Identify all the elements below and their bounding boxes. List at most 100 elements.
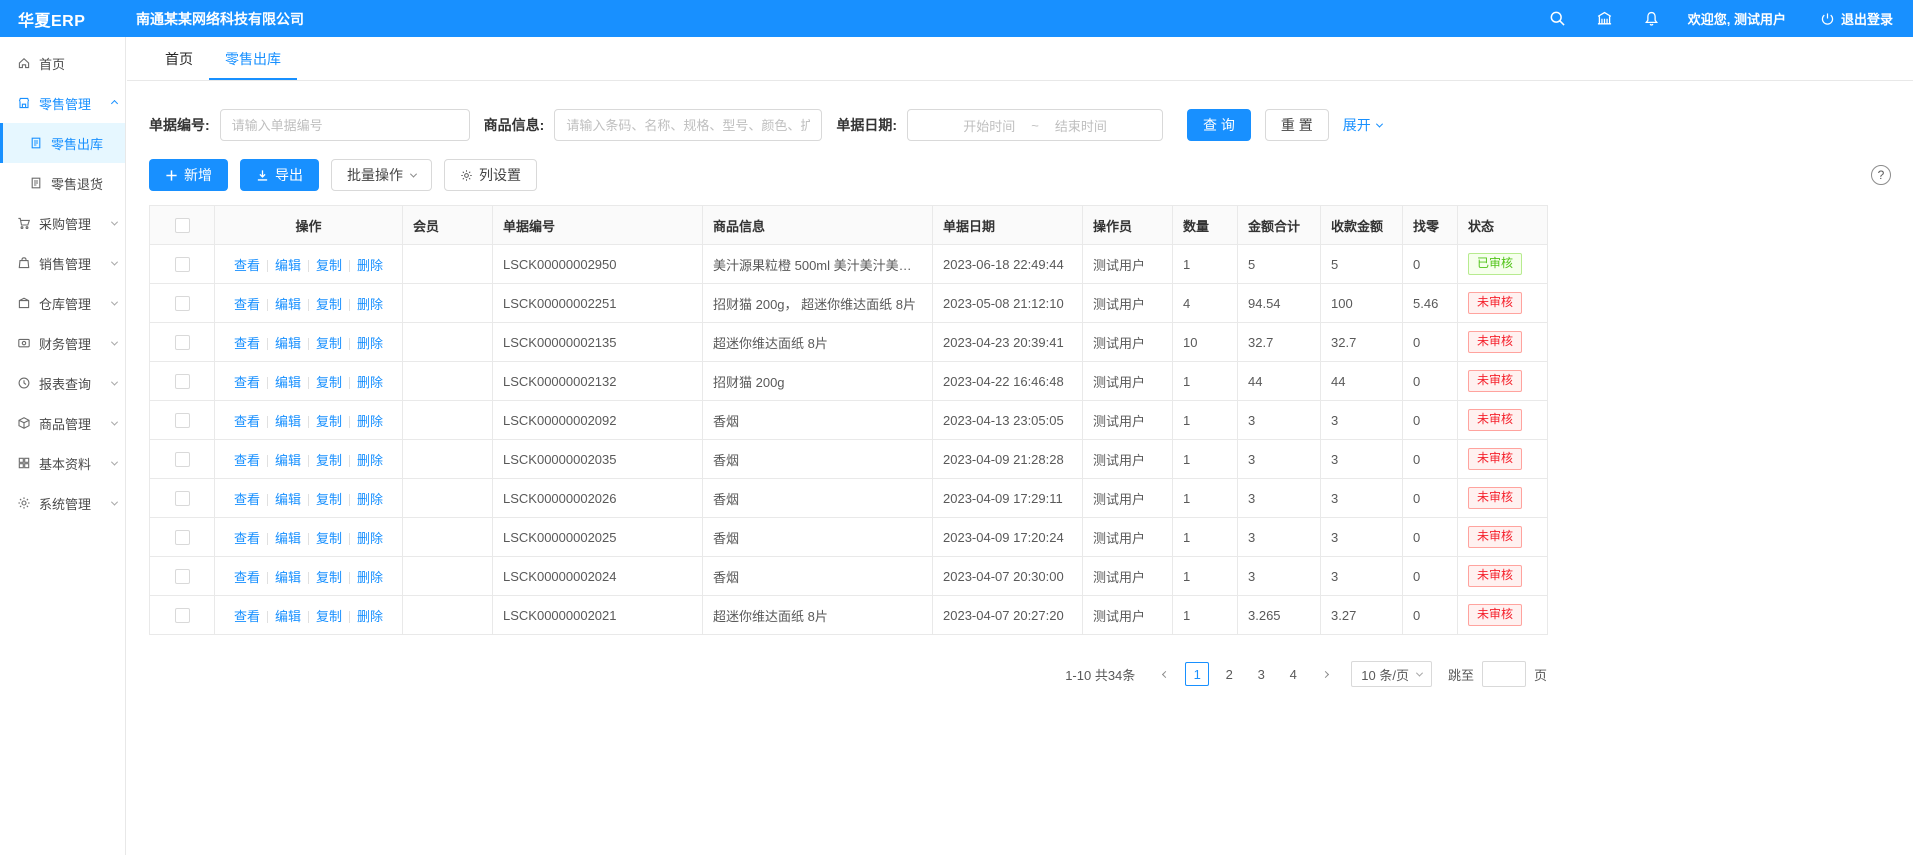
delete-link[interactable]: 删除 [357, 492, 383, 507]
page-button-4[interactable]: 4 [1281, 662, 1305, 686]
view-link[interactable]: 查看 [234, 453, 260, 468]
delete-link[interactable]: 删除 [357, 375, 383, 390]
row-checkbox[interactable] [175, 374, 190, 389]
logout-button[interactable]: 退出登录 [1820, 9, 1893, 28]
view-link[interactable]: 查看 [234, 258, 260, 273]
edit-link[interactable]: 编辑 [275, 531, 301, 546]
goods-info-input[interactable] [554, 109, 822, 141]
page-button-1[interactable]: 1 [1185, 662, 1209, 686]
search-icon[interactable] [1549, 10, 1566, 27]
row-checkbox[interactable] [175, 452, 190, 467]
view-link[interactable]: 查看 [234, 414, 260, 429]
page-button-2[interactable]: 2 [1217, 662, 1241, 686]
row-checkbox[interactable] [175, 608, 190, 623]
copy-link[interactable]: 复制 [316, 336, 342, 351]
row-checkbox[interactable] [175, 569, 190, 584]
select-all-checkbox[interactable] [175, 218, 190, 233]
reset-button[interactable]: 重 置 [1265, 109, 1329, 141]
view-link[interactable]: 查看 [234, 297, 260, 312]
row-checkbox[interactable] [175, 530, 190, 545]
copy-link[interactable]: 复制 [316, 453, 342, 468]
jump-page-input[interactable] [1482, 661, 1526, 687]
sidebar-item-label: 首页 [39, 54, 65, 73]
copy-link[interactable]: 复制 [316, 414, 342, 429]
delete-link[interactable]: 删除 [357, 297, 383, 312]
sidebar-item-retail[interactable]: 零售管理 [0, 83, 125, 123]
date-cell: 2023-04-07 20:27:20 [933, 596, 1083, 635]
copy-link[interactable]: 复制 [316, 297, 342, 312]
help-button[interactable]: ? [1871, 165, 1891, 185]
page-button-3[interactable]: 3 [1249, 662, 1273, 686]
delete-link[interactable]: 删除 [357, 336, 383, 351]
copy-link[interactable]: 复制 [316, 531, 342, 546]
edit-link[interactable]: 编辑 [275, 297, 301, 312]
add-button[interactable]: 新增 [149, 159, 228, 191]
delete-link[interactable]: 删除 [357, 453, 383, 468]
status-badge: 未审核 [1468, 448, 1522, 470]
tab-home[interactable]: 首页 [149, 37, 209, 80]
date-range-picker[interactable]: 开始时间 ~ 结束时间 [907, 109, 1163, 141]
column-header-received: 收款金额 [1321, 206, 1403, 245]
tab-retail-outbound[interactable]: 零售出库 [209, 37, 297, 80]
platform-icon[interactable] [1596, 10, 1613, 27]
copy-link[interactable]: 复制 [316, 492, 342, 507]
view-link[interactable]: 查看 [234, 492, 260, 507]
edit-link[interactable]: 编辑 [275, 609, 301, 624]
edit-link[interactable]: 编辑 [275, 414, 301, 429]
sidebar-item-warehouse[interactable]: 仓库管理 [0, 283, 125, 323]
change-cell: 0 [1403, 362, 1458, 401]
column-settings-button[interactable]: 列设置 [444, 159, 537, 191]
sidebar-item-sales[interactable]: 销售管理 [0, 243, 125, 283]
gear-icon [17, 496, 31, 510]
view-link[interactable]: 查看 [234, 609, 260, 624]
home-icon [17, 56, 31, 70]
edit-link[interactable]: 编辑 [275, 570, 301, 585]
copy-link[interactable]: 复制 [316, 258, 342, 273]
expand-link[interactable]: 展开 [1343, 115, 1382, 135]
edit-link[interactable]: 编辑 [275, 453, 301, 468]
view-link[interactable]: 查看 [234, 531, 260, 546]
prev-page-button[interactable] [1153, 662, 1177, 686]
delete-link[interactable]: 删除 [357, 414, 383, 429]
delete-link[interactable]: 删除 [357, 570, 383, 585]
copy-link[interactable]: 复制 [316, 609, 342, 624]
row-checkbox[interactable] [175, 491, 190, 506]
row-checkbox[interactable] [175, 296, 190, 311]
delete-link[interactable]: 删除 [357, 258, 383, 273]
received-cell: 5 [1321, 245, 1403, 284]
delete-link[interactable]: 删除 [357, 531, 383, 546]
sidebar-item-goods[interactable]: 商品管理 [0, 403, 125, 443]
view-link[interactable]: 查看 [234, 375, 260, 390]
sidebar-item-system[interactable]: 系统管理 [0, 483, 125, 523]
edit-link[interactable]: 编辑 [275, 258, 301, 273]
sidebar-item-report[interactable]: 报表查询 [0, 363, 125, 403]
bill-no-cell: LSCK00000002024 [493, 557, 703, 596]
sidebar-item-finance[interactable]: 财务管理 [0, 323, 125, 363]
row-checkbox[interactable] [175, 257, 190, 272]
next-page-button[interactable] [1313, 662, 1337, 686]
edit-link[interactable]: 编辑 [275, 375, 301, 390]
export-button[interactable]: 导出 [240, 159, 319, 191]
row-checkbox[interactable] [175, 335, 190, 350]
search-button[interactable]: 查 询 [1187, 109, 1251, 141]
delete-link[interactable]: 删除 [357, 609, 383, 624]
page-size-value: 10 条/页 [1361, 665, 1409, 684]
sidebar-item-home[interactable]: 首页 [0, 43, 125, 83]
copy-link[interactable]: 复制 [316, 375, 342, 390]
bill-no-cell: LSCK00000002950 [493, 245, 703, 284]
copy-link[interactable]: 复制 [316, 570, 342, 585]
row-checkbox[interactable] [175, 413, 190, 428]
edit-link[interactable]: 编辑 [275, 492, 301, 507]
sidebar-item-retail-return[interactable]: 零售退货 [0, 163, 125, 203]
sidebar-item-retail-outbound[interactable]: 零售出库 [0, 123, 125, 163]
edit-link[interactable]: 编辑 [275, 336, 301, 351]
bell-icon[interactable] [1643, 10, 1660, 27]
view-link[interactable]: 查看 [234, 336, 260, 351]
page-size-select[interactable]: 10 条/页 [1351, 661, 1432, 687]
sidebar-item-purchase[interactable]: 采购管理 [0, 203, 125, 243]
batch-operation-button[interactable]: 批量操作 [331, 159, 432, 191]
view-link[interactable]: 查看 [234, 570, 260, 585]
sidebar-item-basic-data[interactable]: 基本资料 [0, 443, 125, 483]
cube-icon [17, 416, 31, 430]
bill-no-input[interactable] [220, 109, 470, 141]
